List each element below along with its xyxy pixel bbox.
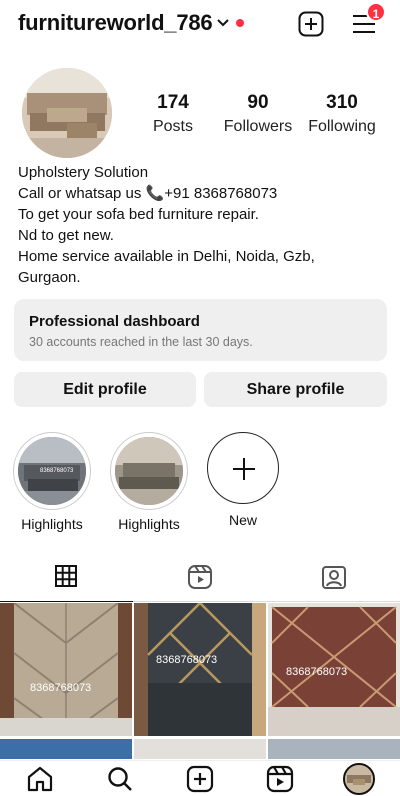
highlight-label: Highlights	[118, 516, 180, 532]
post-thumbnail[interactable]	[268, 739, 400, 759]
search-icon[interactable]	[106, 765, 134, 793]
highlight-label: Highlights	[21, 516, 83, 532]
bio-line: To get your sofa bed furniture repair.	[18, 206, 259, 223]
followers-label: Followers	[223, 118, 293, 135]
tagged-icon	[322, 566, 346, 589]
profile-bio: Upholstery Solution Call or whatsap us 📞…	[18, 162, 388, 288]
highlight-ring: 8368768073	[13, 432, 91, 510]
highlight-ring	[110, 432, 188, 510]
profile-avatar[interactable]	[22, 68, 112, 158]
following-count[interactable]: 310 Following	[302, 92, 382, 136]
dashboard-title: Professional dashboard	[29, 313, 200, 330]
highlight-cover	[115, 437, 183, 505]
professional-dashboard[interactable]: Professional dashboard 30 accounts reach…	[14, 299, 387, 361]
bio-line: Nd to get new.	[18, 227, 114, 244]
post-watermark: 8368768073	[286, 666, 347, 678]
post-thumbnail[interactable]: 8368768073	[134, 603, 266, 736]
posts-number: 174	[157, 92, 189, 113]
reels-icon[interactable]	[266, 765, 294, 793]
tab-posts-grid[interactable]	[0, 556, 133, 602]
highlight-item[interactable]: 8368768073 Highlights	[12, 432, 92, 532]
followers-number: 90	[247, 92, 269, 113]
reels-icon	[188, 565, 212, 589]
tab-reels[interactable]	[133, 556, 266, 602]
post-thumbnail[interactable]	[0, 739, 132, 759]
home-icon[interactable]	[26, 765, 54, 793]
tab-tagged[interactable]	[267, 556, 400, 602]
profile-avatar[interactable]	[343, 763, 375, 795]
bio-line: Home service available in Delhi, Noida, …	[18, 248, 315, 265]
dashboard-subtitle: 30 accounts reached in the last 30 days.	[29, 335, 253, 349]
bio-line: Upholstery Solution	[18, 164, 149, 181]
chevron-down-icon[interactable]	[216, 16, 230, 30]
post-thumbnail[interactable]	[134, 739, 266, 759]
bio-line: Gurgaon.	[18, 269, 81, 286]
highlight-watermark: 8368768073	[40, 468, 74, 474]
notification-badge: 1	[366, 2, 386, 22]
account-switch-dot	[236, 19, 244, 27]
plus-icon	[233, 458, 255, 480]
bottom-nav	[0, 760, 400, 796]
grid-icon	[55, 565, 77, 587]
post-watermark: 8368768073	[30, 682, 91, 694]
following-label: Following	[308, 118, 376, 135]
following-number: 310	[326, 92, 358, 113]
bio-line: Call or whatsap us 📞+91 8368768073	[18, 185, 278, 202]
profile-tabs	[0, 556, 400, 602]
new-highlight[interactable]: New	[203, 432, 283, 528]
followers-count[interactable]: 90 Followers	[218, 92, 298, 136]
new-highlight-ring	[207, 432, 279, 504]
account-username[interactable]: furnitureworld_786	[18, 10, 213, 36]
post-thumbnail[interactable]: 8368768073	[0, 603, 132, 736]
posts-count[interactable]: 174 Posts	[133, 92, 213, 136]
posts-label: Posts	[152, 118, 193, 135]
highlight-cover: 8368768073	[18, 437, 86, 505]
highlight-item[interactable]: Highlights	[109, 432, 189, 532]
new-highlight-label: New	[228, 512, 257, 528]
share-profile-button[interactable]: Share profile	[204, 372, 387, 407]
new-post-icon[interactable]	[298, 11, 324, 37]
edit-profile-button[interactable]: Edit profile	[14, 372, 196, 407]
post-watermark: 8368768073	[156, 654, 217, 666]
post-thumbnail[interactable]: 8368768073	[268, 603, 400, 736]
create-icon[interactable]	[186, 765, 214, 793]
top-bar: furnitureworld_786 1	[0, 0, 400, 50]
